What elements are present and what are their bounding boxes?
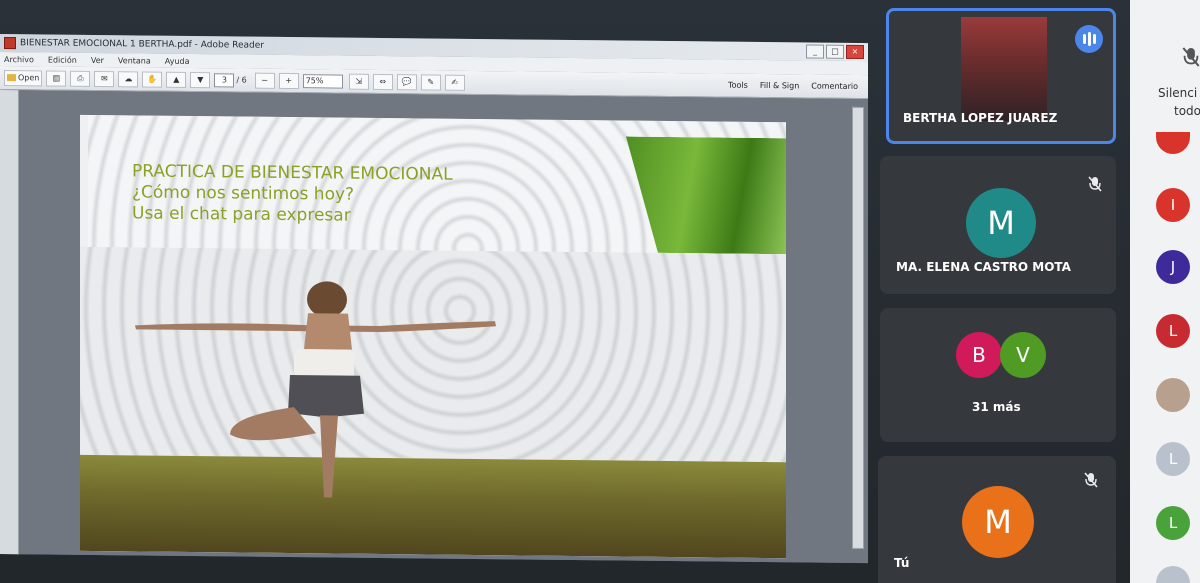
participant-avatar: L: [1156, 314, 1190, 348]
page-number-input[interactable]: 3: [214, 72, 235, 87]
speaking-indicator-icon: [1075, 25, 1103, 53]
participants-panel: Silenci todo I J L L L: [1130, 0, 1200, 583]
avatar: M: [962, 486, 1034, 558]
participant-tile-group[interactable]: B V 31 más: [880, 308, 1116, 442]
fit-page-icon[interactable]: ⇲: [348, 73, 369, 90]
mic-off-icon: [1084, 472, 1098, 488]
zoom-in-icon[interactable]: +: [278, 72, 299, 89]
mic-off-icon: [1088, 176, 1102, 192]
participant-avatar-partial: [1156, 132, 1190, 154]
slide-page: PRACTICA DE BIENESTAR EMOCIONAL ¿Cómo no…: [80, 114, 786, 559]
slide-title: PRACTICA DE BIENESTAR EMOCIONAL ¿Cómo no…: [132, 161, 453, 227]
reader-title: BIENESTAR EMOCIONAL 1 BERTHA.pdf - Adobe…: [20, 38, 264, 51]
more-participants-count: 31 más: [972, 400, 1021, 414]
participant-avatar: I: [1156, 188, 1190, 222]
page-up-icon[interactable]: ▲: [166, 71, 187, 88]
fill-sign-tab[interactable]: Fill & Sign: [760, 81, 799, 90]
sign-icon[interactable]: ✍: [444, 74, 465, 91]
minimize-button[interactable]: _: [806, 44, 824, 59]
participant-tile-bertha[interactable]: BERTHA LOPEZ JUAREZ: [886, 8, 1116, 144]
open-button[interactable]: Open: [4, 69, 43, 86]
cloud-icon[interactable]: ☁: [118, 70, 139, 87]
avatar: M: [966, 188, 1036, 258]
participant-avatar: J: [1156, 250, 1190, 284]
participant-avatar-photo: [1156, 378, 1190, 412]
zoom-select[interactable]: 75%: [302, 73, 343, 89]
photographed-screen: BIENESTAR EMOCIONAL 1 BERTHA.pdf - Adobe…: [0, 0, 1200, 583]
participant-avatar-partial: [1156, 566, 1190, 583]
comment-tab[interactable]: Comentario: [811, 81, 858, 90]
close-button[interactable]: ×: [846, 44, 864, 60]
vertical-scrollbar[interactable]: [852, 106, 864, 550]
mute-all-label[interactable]: Silenci: [1158, 86, 1197, 100]
zoom-out-icon[interactable]: −: [254, 72, 275, 89]
participant-avatar: L: [1156, 442, 1190, 476]
maximize-button[interactable]: □: [826, 44, 844, 59]
navigation-strip[interactable]: [0, 90, 19, 555]
print-icon[interactable]: ⎙: [70, 70, 91, 87]
participant-tile-elena[interactable]: M MA. ELENA CASTRO MOTA: [880, 156, 1116, 294]
participant-tile-self[interactable]: M Tú: [878, 456, 1116, 583]
tools-tab[interactable]: Tools: [728, 81, 748, 90]
email-icon[interactable]: ✉: [94, 70, 115, 87]
comment-icon[interactable]: 💬: [396, 73, 417, 90]
adobe-reader-window: BIENESTAR EMOCIONAL 1 BERTHA.pdf - Adobe…: [0, 34, 868, 564]
avatar: V: [1000, 332, 1046, 378]
mute-all-label-2[interactable]: todo: [1174, 104, 1200, 118]
page-total: / 6: [236, 75, 247, 85]
menu-edicion[interactable]: Edición: [48, 55, 77, 64]
mute-all-icon[interactable]: [1182, 46, 1200, 68]
menu-ver[interactable]: Ver: [91, 55, 104, 64]
menu-ventana[interactable]: Ventana: [118, 56, 151, 65]
menu-ayuda[interactable]: Ayuda: [165, 56, 190, 65]
hand-icon[interactable]: ✋: [142, 70, 163, 88]
save-icon[interactable]: ▤: [46, 69, 67, 87]
slide-title-line-3: Usa el chat para expresar: [132, 203, 351, 226]
page-down-icon[interactable]: ▼: [190, 71, 211, 88]
folder-icon: [7, 74, 16, 82]
menu-archivo[interactable]: Archivo: [4, 55, 34, 64]
pdf-app-icon: [4, 37, 16, 50]
participant-name: MA. ELENA CASTRO MOTA: [896, 260, 1071, 274]
participant-avatar: L: [1156, 506, 1190, 540]
highlight-icon[interactable]: ✎: [420, 73, 441, 91]
avatar: B: [956, 332, 1002, 378]
fit-width-icon[interactable]: ⇔: [372, 73, 393, 90]
participant-video: [961, 17, 1047, 121]
participant-name: Tú: [894, 556, 910, 570]
participant-name: BERTHA LOPEZ JUAREZ: [903, 111, 1058, 125]
